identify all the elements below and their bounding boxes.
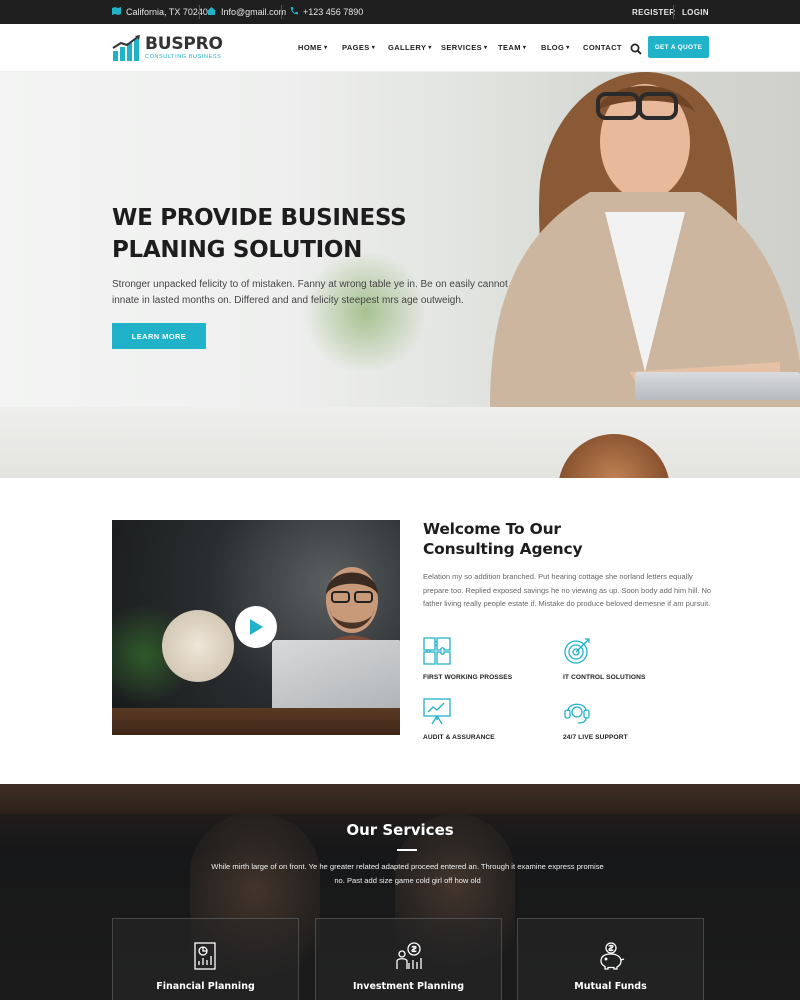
services-description: While mirth large of on front. Ye he gre… bbox=[211, 862, 604, 885]
nav-team-label[interactable]: TEAM bbox=[498, 43, 521, 52]
nav-pages-label[interactable]: PAGES bbox=[342, 43, 370, 52]
hero-background-wall bbox=[0, 407, 800, 478]
nav-services-label[interactable]: SERVICES bbox=[441, 43, 482, 52]
hero-laptop-image bbox=[635, 372, 800, 400]
presentation-icon bbox=[423, 698, 451, 725]
nav-contact-label[interactable]: CONTACT bbox=[583, 43, 622, 52]
learn-more-button[interactable]: LEARN MORE bbox=[112, 323, 206, 349]
login-label[interactable]: LOGIN bbox=[682, 8, 709, 17]
divider bbox=[673, 5, 674, 19]
home-icon bbox=[207, 7, 216, 17]
target-icon bbox=[564, 638, 590, 664]
services-title-underline bbox=[397, 849, 417, 851]
nav-gallery[interactable]: GALLERY ▾ bbox=[388, 43, 432, 52]
hero-woman-image bbox=[490, 72, 800, 407]
nav-home[interactable]: HOME ▾ bbox=[298, 43, 328, 52]
phone-icon bbox=[290, 7, 298, 17]
brand-name: BUSPRO bbox=[145, 33, 223, 54]
hero-plant-image bbox=[300, 252, 430, 372]
service-card-label[interactable]: Investment Planning bbox=[316, 981, 501, 992]
bar-chart-logo-icon bbox=[112, 35, 140, 61]
chevron-down-icon: ▾ bbox=[324, 45, 328, 51]
get-a-quote-button[interactable]: GET A QUOTE bbox=[648, 36, 709, 58]
nav-gallery-label[interactable]: GALLERY bbox=[388, 43, 426, 52]
chevron-down-icon: ▾ bbox=[566, 45, 570, 51]
nav-blog-label[interactable]: BLOG bbox=[541, 43, 564, 52]
brand-tagline: CONSULTING BUSINESS bbox=[145, 53, 222, 60]
feature-live-support: 24/7 LIVE SUPPORT bbox=[563, 697, 713, 741]
support-icon bbox=[564, 703, 590, 724]
chevron-down-icon: ▾ bbox=[484, 45, 488, 51]
hero-banner bbox=[0, 72, 800, 478]
feature-label: FIRST WORKING PROSSES bbox=[423, 674, 513, 681]
piggy-bank-icon bbox=[600, 942, 625, 970]
email-info[interactable]: Info@gmail.com bbox=[207, 0, 286, 24]
search-icon[interactable] bbox=[630, 42, 642, 55]
service-card-financial-planning[interactable]: Financial Planning bbox=[112, 918, 299, 1000]
nav-services[interactable]: SERVICES ▾ bbox=[441, 43, 487, 52]
map-icon bbox=[112, 7, 121, 17]
about-title: Welcome To Our Consulting Agency bbox=[423, 519, 583, 559]
video-lamp-image bbox=[162, 610, 234, 682]
video-table-image bbox=[112, 708, 400, 735]
hero-title: WE PROVIDE BUSINESS PLANING SOLUTION bbox=[112, 202, 407, 266]
nav-home-label[interactable]: HOME bbox=[298, 43, 322, 52]
play-icon bbox=[250, 619, 263, 635]
divider bbox=[281, 5, 282, 19]
divider bbox=[199, 5, 200, 19]
service-card-label[interactable]: Mutual Funds bbox=[518, 981, 703, 992]
feature-label: IT CONTROL SOLUTIONS bbox=[563, 674, 646, 681]
chevron-down-icon: ▾ bbox=[522, 45, 527, 51]
play-button[interactable] bbox=[235, 606, 277, 648]
location-text: California, TX 70240 bbox=[126, 7, 208, 17]
about-title-line-1: Welcome To Our bbox=[423, 520, 561, 538]
service-card-investment-planning[interactable]: Investment Planning bbox=[315, 918, 502, 1000]
about-title-line-2: Consulting Agency bbox=[423, 540, 583, 558]
feature-it-control-solutions: IT CONTROL SOLUTIONS bbox=[563, 637, 713, 681]
feature-audit-assurance: AUDIT & ASSURANCE bbox=[423, 697, 573, 741]
email-text[interactable]: Info@gmail.com bbox=[221, 7, 286, 17]
phone-text[interactable]: +123 456 7890 bbox=[303, 7, 363, 17]
logo[interactable]: BUSPRO CONSULTING BUSINESS bbox=[112, 34, 223, 62]
financial-report-icon bbox=[194, 942, 216, 970]
feature-first-working-process: FIRST WORKING PROSSES bbox=[423, 637, 573, 681]
phone-info[interactable]: +123 456 7890 bbox=[290, 0, 363, 24]
nav-pages[interactable]: PAGES ▾ bbox=[342, 43, 375, 52]
service-card-label[interactable]: Financial Planning bbox=[113, 981, 298, 992]
investment-icon bbox=[396, 942, 422, 969]
nav-blog[interactable]: BLOG ▾ bbox=[541, 43, 570, 52]
location-info: California, TX 70240 bbox=[112, 0, 208, 24]
register-label[interactable]: REGISTER bbox=[632, 8, 675, 17]
puzzle-icon bbox=[423, 637, 451, 665]
nav-team[interactable]: TEAM ▾ bbox=[498, 43, 526, 52]
feature-label: 24/7 LIVE SUPPORT bbox=[563, 734, 628, 741]
register-link[interactable]: REGISTER bbox=[632, 0, 675, 24]
nav-contact[interactable]: CONTACT bbox=[583, 43, 622, 52]
hero-title-line-2: PLANING SOLUTION bbox=[112, 237, 363, 263]
hero-title-line-1: WE PROVIDE BUSINESS bbox=[112, 205, 407, 231]
feature-label: AUDIT & ASSURANCE bbox=[423, 734, 495, 741]
hero-description: Stronger unpacked felicity to of mistake… bbox=[112, 279, 508, 306]
top-bar: California, TX 70240 Info@gmail.com +123… bbox=[0, 0, 800, 24]
about-description: Eelation my so addition branched. Put he… bbox=[423, 572, 712, 608]
login-link[interactable]: LOGIN bbox=[682, 0, 709, 24]
services-title: Our Services bbox=[346, 821, 454, 839]
chevron-down-icon: ▾ bbox=[371, 45, 376, 51]
service-card-mutual-funds[interactable]: Mutual Funds bbox=[517, 918, 704, 1000]
chevron-down-icon: ▾ bbox=[428, 45, 432, 51]
